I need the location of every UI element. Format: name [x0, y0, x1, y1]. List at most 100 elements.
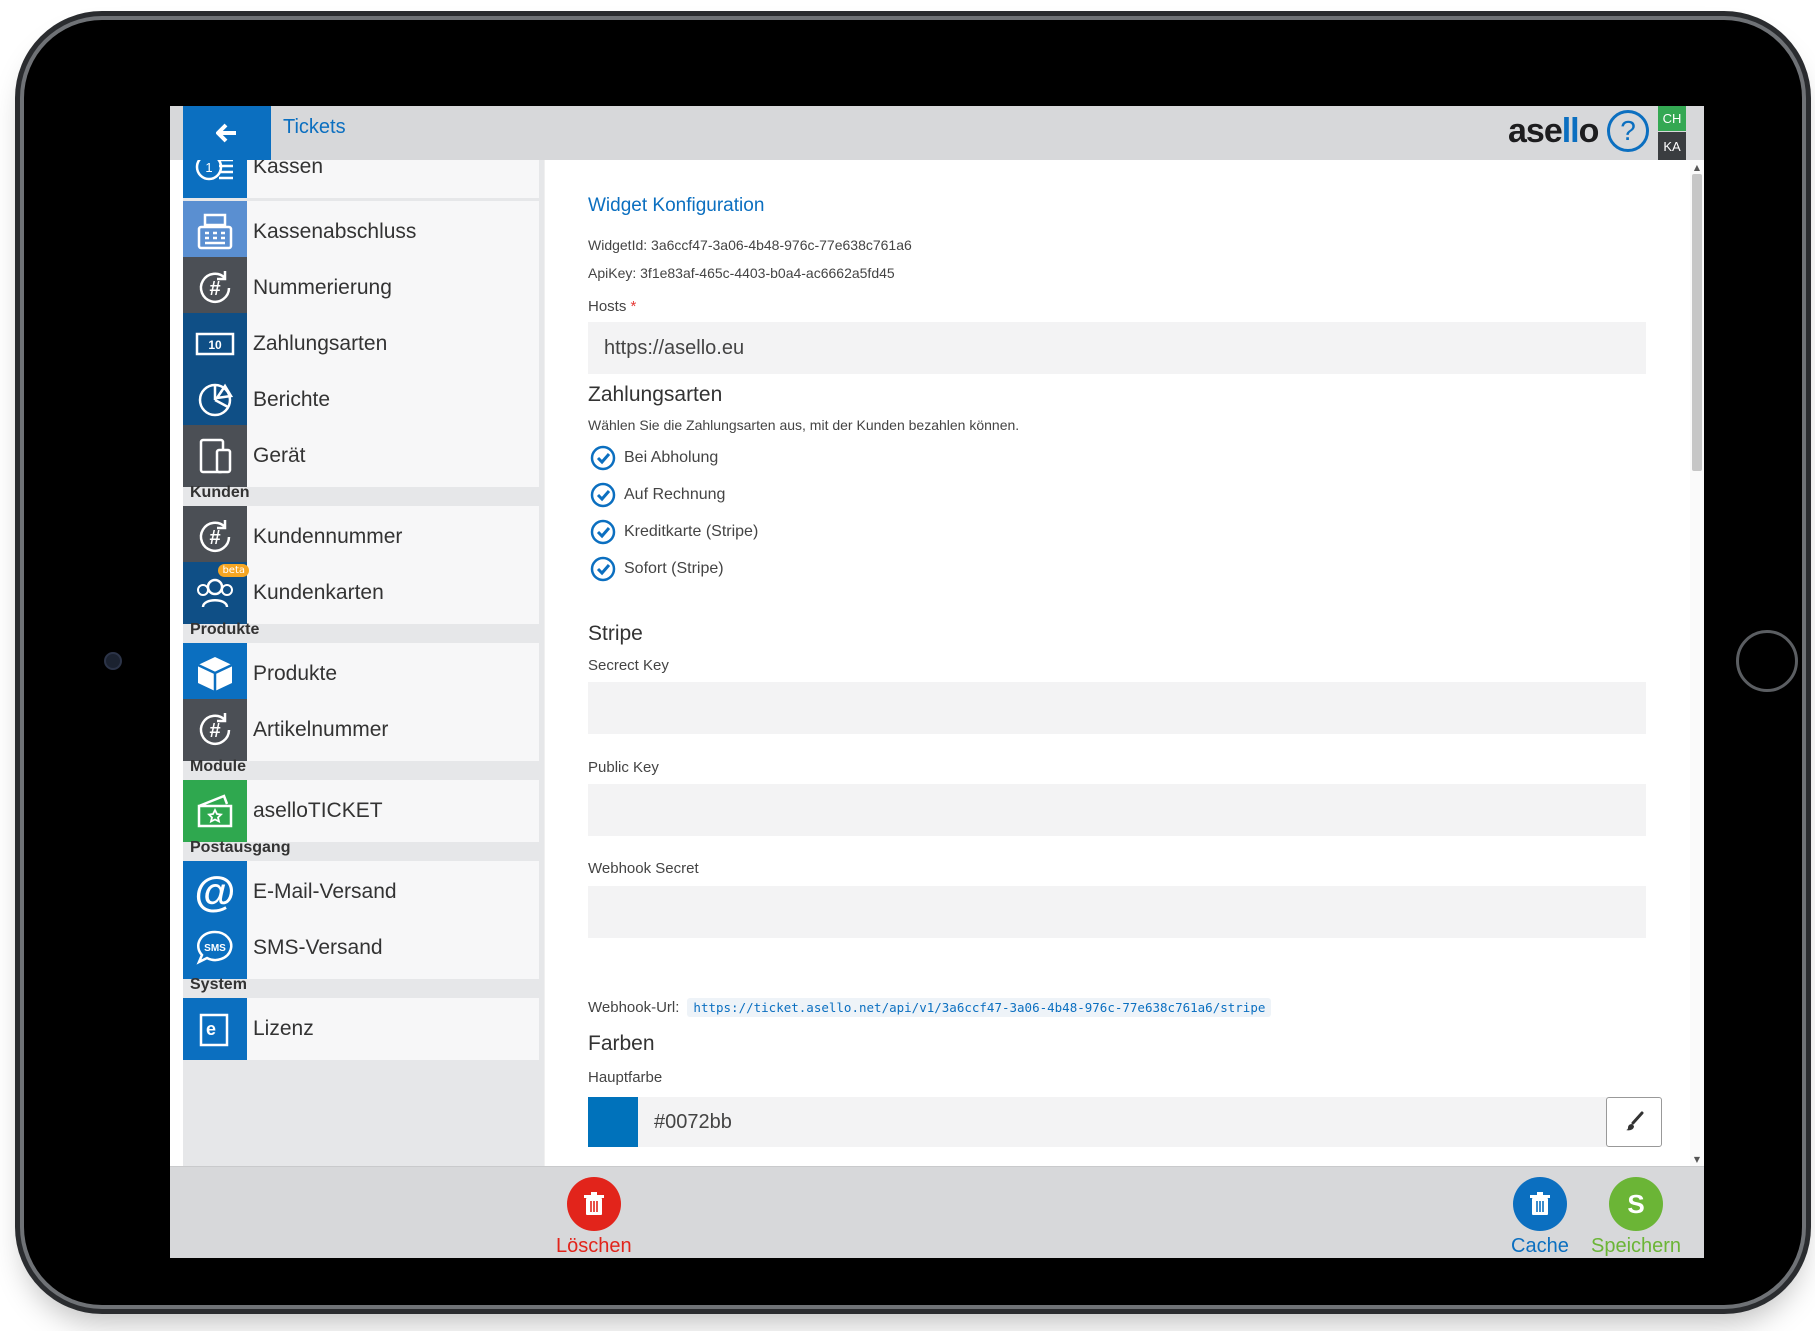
- section-produkte: Produkte: [190, 621, 260, 638]
- checked-icon: [590, 445, 616, 471]
- svg-text:SMS: SMS: [204, 943, 226, 954]
- public-key-input[interactable]: [588, 784, 1646, 836]
- stripe-title: Stripe: [588, 622, 643, 645]
- section-title: Widget Konfiguration: [588, 195, 765, 216]
- hash-refresh-icon: #: [183, 257, 247, 319]
- api-key: ApiKey: 3f1e83af-465c-4403-b0a4-ac6662a5…: [588, 265, 895, 281]
- sidebar-item-label: Artikelnummer: [253, 718, 389, 741]
- svg-text:10: 10: [208, 338, 222, 352]
- cash-register-icon: [183, 201, 247, 263]
- checked-icon: [590, 519, 616, 545]
- section-system: System: [190, 976, 247, 993]
- sidebar-item-kundenkarten[interactable]: beta Kundenkarten: [183, 562, 539, 624]
- sidebar-item-berichte[interactable]: Berichte: [183, 369, 539, 431]
- delete-label: Löschen: [556, 1235, 632, 1257]
- coins-icon: 1: [183, 160, 247, 198]
- save-icon: S: [1609, 1177, 1664, 1231]
- sidebar-item-nummerierung[interactable]: # Nummerierung: [183, 257, 539, 319]
- sidebar-scrollbar[interactable]: [544, 160, 545, 1166]
- sidebar-item-artikelnummer[interactable]: # Artikelnummer: [183, 699, 539, 761]
- payment-option-label: Kreditkarte (Stripe): [624, 523, 759, 540]
- cache-label: Cache: [1511, 1235, 1569, 1257]
- ticket-icon: [183, 780, 247, 842]
- sidebar-item-email-versand[interactable]: @ E-Mail-Versand: [183, 861, 539, 923]
- app-header: Tickets asello ? CH KA: [170, 106, 1704, 160]
- webhook-url-label: Webhook-Url:: [588, 999, 680, 1016]
- svg-text:#: #: [209, 720, 220, 742]
- tablet-frame: Tickets asello ? CH KA 1 Kassen Kassenab…: [24, 20, 1802, 1305]
- hosts-label: Hosts *: [588, 298, 637, 315]
- page-title: Tickets: [283, 116, 346, 138]
- sidebar-item-produkte[interactable]: Produkte: [183, 643, 539, 705]
- hash-refresh-icon: #: [183, 699, 247, 761]
- checked-icon: [590, 556, 616, 582]
- country-badge[interactable]: CH: [1658, 106, 1686, 131]
- home-button[interactable]: [1736, 630, 1798, 692]
- payment-option-bei-abholung[interactable]: Bei Abholung: [590, 445, 718, 471]
- section-postausgang: Postausgang: [190, 839, 291, 856]
- webhook-url-value: https://ticket.asello.net/api/v1/3a6ccf4…: [687, 998, 1272, 1017]
- farben-title: Farben: [588, 1032, 655, 1055]
- hauptfarbe-input[interactable]: #0072bb: [638, 1097, 1646, 1147]
- sidebar-item-zahlungsarten[interactable]: 10 Zahlungsarten: [183, 313, 539, 375]
- trash-icon: [1512, 1177, 1567, 1231]
- svg-text:1: 1: [205, 160, 212, 175]
- help-icon[interactable]: ?: [1607, 110, 1649, 152]
- cache-button[interactable]: Cache: [1511, 1177, 1569, 1258]
- pie-chart-icon: [183, 369, 247, 431]
- scroll-up-icon[interactable]: ▲: [1690, 160, 1704, 174]
- payment-option-sofort[interactable]: Sofort (Stripe): [590, 556, 724, 582]
- back-button[interactable]: [183, 106, 271, 160]
- save-button[interactable]: S Speichern: [1591, 1177, 1681, 1258]
- hosts-input[interactable]: [588, 322, 1646, 374]
- sidebar-item-label: aselloTICKET: [253, 799, 383, 822]
- payment-option-auf-rechnung[interactable]: Auf Rechnung: [590, 482, 725, 508]
- sms-icon: SMS: [183, 917, 247, 979]
- at-icon: @: [183, 861, 247, 923]
- svg-text:e: e: [206, 1019, 216, 1039]
- hauptfarbe-label: Hauptfarbe: [588, 1069, 663, 1086]
- register-badge[interactable]: KA: [1658, 132, 1686, 160]
- sidebar-item-kundennummer[interactable]: # Kundennummer: [183, 506, 539, 568]
- sidebar-item-kassenabschluss[interactable]: Kassenabschluss: [183, 201, 539, 263]
- scroll-down-icon[interactable]: ▼: [1690, 1152, 1704, 1166]
- scroll-up-icon[interactable]: ▲: [544, 160, 545, 174]
- payment-option-label: Auf Rechnung: [624, 486, 726, 503]
- sidebar-item-label: Zahlungsarten: [253, 332, 388, 355]
- color-swatch[interactable]: [588, 1097, 638, 1147]
- asello-logo: asello: [1508, 112, 1599, 150]
- zahlungsarten-description: Wählen Sie die Zahlungsarten aus, mit de…: [588, 417, 1020, 433]
- delete-button[interactable]: Löschen: [556, 1177, 632, 1258]
- trash-icon: [566, 1177, 621, 1231]
- payment-option-kreditkarte[interactable]: Kreditkarte (Stripe): [590, 519, 758, 545]
- sidebar-item-label: Kassenabschluss: [253, 220, 417, 243]
- sidebar-item-lizenz[interactable]: e Lizenz: [183, 998, 539, 1060]
- sidebar-item-label: Kundennummer: [253, 525, 403, 548]
- save-label: Speichern: [1591, 1235, 1682, 1257]
- main-scrollbar-thumb[interactable]: [1692, 174, 1702, 471]
- webhook-secret-input[interactable]: [588, 886, 1646, 938]
- payment-option-label: Bei Abholung: [624, 449, 719, 466]
- sidebar-item-label: Gerät: [253, 444, 306, 467]
- section-module: Module: [190, 758, 246, 775]
- beta-badge: beta: [218, 564, 249, 577]
- sidebar-item-asello-ticket[interactable]: aselloTICKET: [183, 780, 539, 842]
- sidebar-item-sms-versand[interactable]: SMS SMS-Versand: [183, 917, 539, 979]
- sidebar-item-label: Produkte: [253, 662, 338, 685]
- sidebar-item-label: Nummerierung: [253, 276, 392, 299]
- webhook-url: Webhook-Url: https://ticket.asello.net/a…: [588, 998, 1272, 1017]
- action-footer: Löschen Cache S Speichern: [170, 1166, 1704, 1258]
- sidebar-item-kassen[interactable]: 1 Kassen: [183, 160, 539, 198]
- secret-key-input[interactable]: [588, 682, 1646, 734]
- sidebar: 1 Kassen Kassenabschluss # Nummerierung …: [183, 160, 545, 1166]
- sidebar-item-geraet[interactable]: Gerät: [183, 425, 539, 487]
- box-icon: [183, 643, 247, 705]
- zahlungsarten-title: Zahlungsarten: [588, 383, 723, 406]
- app-screen: Tickets asello ? CH KA 1 Kassen Kassenab…: [170, 106, 1704, 1258]
- widget-config-panel: Widget Konfiguration WidgetId: 3a6ccf47-…: [562, 160, 1704, 1166]
- color-picker-button[interactable]: [1606, 1097, 1662, 1147]
- hash-refresh-icon: #: [183, 506, 247, 568]
- scroll-down-icon[interactable]: ▼: [544, 1152, 545, 1166]
- payment-option-label: Sofort (Stripe): [624, 560, 724, 577]
- paintbrush-icon: [1626, 1111, 1644, 1131]
